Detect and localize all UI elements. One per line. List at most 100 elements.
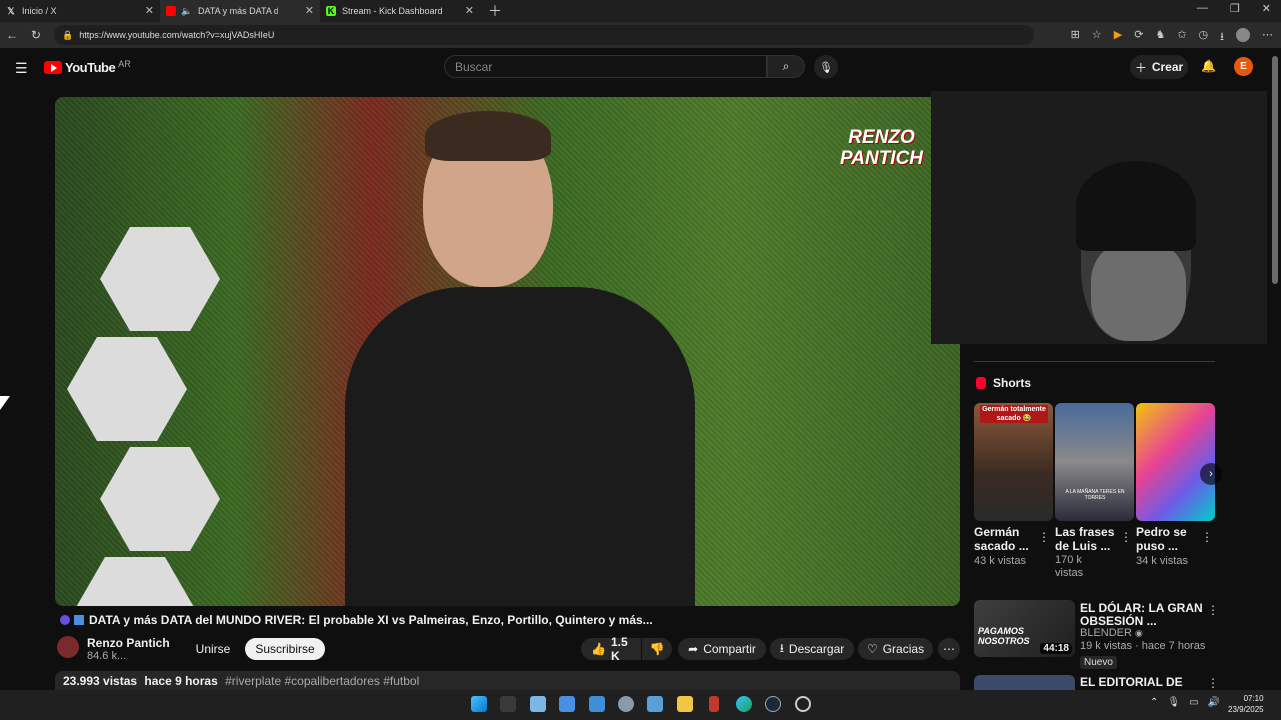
voice-search-button[interactable]: 🎙 (814, 55, 838, 79)
short-more-icon[interactable]: ⋮ (1038, 530, 1050, 544)
lock-icon[interactable]: 🔒 (62, 30, 73, 41)
speaker-icon[interactable]: 🔈 (181, 6, 192, 16)
steam-icon[interactable] (765, 696, 781, 712)
channel-avatar[interactable] (57, 636, 79, 658)
recommended-video-thumbnail[interactable] (974, 675, 1075, 690)
terminal-icon[interactable] (500, 696, 516, 712)
account-avatar[interactable]: E (1234, 57, 1253, 76)
youtube-logo[interactable]: YouTube AR (44, 59, 131, 75)
mouse-cursor (0, 396, 10, 410)
recommended-video-thumbnail[interactable]: PAGAMOS NOSOTROS 44:18 (974, 600, 1075, 657)
notepad-icon[interactable] (530, 696, 546, 712)
extension-play-icon[interactable]: ▶ (1114, 28, 1122, 47)
close-icon[interactable]: ✕ (305, 4, 314, 17)
tab-kick[interactable]: K Stream - Kick Dashboard ✕ (320, 0, 480, 22)
url-field[interactable]: 🔒 https://www.youtube.com/watch?v=xujVAD… (54, 25, 1034, 45)
recommended-channel[interactable]: BLENDER ◉ (1080, 627, 1143, 639)
divider (974, 361, 1215, 362)
subscribe-button[interactable]: Suscribirse (245, 638, 325, 660)
short-title[interactable]: Las frases de Luis ... (1055, 525, 1114, 553)
volume-icon[interactable]: 🔊 (1208, 697, 1220, 708)
description-box[interactable]: 23.993 vistas hace 9 horas #riverplate #… (55, 671, 960, 691)
short-overlay-text: Germán totalmente sacado 😂 (980, 405, 1048, 423)
extension-icon-2[interactable]: ♞ (1155, 28, 1165, 47)
downloader-icon[interactable] (709, 696, 719, 712)
store-icon[interactable] (559, 696, 575, 712)
recommended-more-icon[interactable]: ⋮ (1207, 603, 1219, 617)
shorts-icon (976, 377, 986, 389)
download-arrow-icon: ⭳ (779, 640, 784, 655)
short-title[interactable]: Germán sacado ... (974, 525, 1029, 553)
system-clock[interactable]: 07:10 23/9/2025 (1228, 693, 1264, 715)
short-more-icon[interactable]: ⋮ (1120, 530, 1132, 544)
close-icon[interactable]: ✕ (145, 4, 154, 17)
extension-icon[interactable]: ⟳ (1134, 28, 1143, 47)
notes-icon[interactable] (589, 696, 605, 712)
history-icon[interactable]: ◷ (1199, 28, 1209, 47)
short-thumbnail[interactable]: A LA MAÑANA TERES EN TORRES (1055, 403, 1134, 521)
network-icon[interactable]: ▭ (1189, 697, 1198, 708)
short-more-icon[interactable]: ⋮ (1201, 530, 1213, 544)
more-icon[interactable]: ⋯ (1262, 28, 1273, 47)
tab-youtube[interactable]: 🔈 DATA y más DATA de ✕ (160, 0, 320, 22)
windows-start-icon[interactable] (471, 696, 487, 712)
page-scrollbar[interactable] (1272, 56, 1278, 284)
back-icon[interactable]: ← (0, 28, 24, 42)
restore-icon[interactable]: ❐ (1230, 2, 1240, 15)
more-actions-button[interactable]: ⋯ (938, 638, 960, 660)
chevron-right-icon[interactable]: › (1200, 463, 1222, 485)
tab-x[interactable]: 𝕏 Inicio / X ✕ (0, 0, 160, 22)
thanks-button[interactable]: ♡ Gracias (858, 638, 933, 660)
download-button[interactable]: ⭳ Descargar (770, 638, 854, 660)
close-icon[interactable]: ✕ (465, 4, 474, 17)
favorites-icon[interactable]: ✩ (1177, 28, 1186, 47)
webcam-overlay (931, 91, 1267, 344)
shorts-heading: Shorts (976, 376, 1031, 390)
search-input[interactable]: Buscar (444, 55, 767, 78)
edge-browser-icon[interactable] (736, 696, 752, 712)
create-button[interactable]: ＋ Crear (1130, 55, 1188, 79)
close-window-icon[interactable]: ✕ (1262, 2, 1271, 15)
dislike-button[interactable]: 👎 (642, 638, 672, 660)
file-explorer-icon[interactable] (677, 696, 693, 712)
profile-avatar[interactable] (1236, 28, 1250, 42)
menu-icon[interactable]: ☰ (15, 60, 28, 77)
short-views: 43 k vistas (974, 555, 1026, 567)
thanks-icon: ♡ (866, 642, 878, 656)
minimize-icon[interactable]: — (1197, 2, 1208, 15)
search-button[interactable]: ⌕ (767, 55, 805, 78)
microphone-tray-icon[interactable]: 🎙 (1167, 697, 1180, 708)
view-count: 23.993 vistas (63, 674, 138, 688)
search-icon: ⌕ (782, 59, 790, 73)
new-tab-icon[interactable]: ＋ (488, 1, 502, 21)
recommended-more-icon[interactable]: ⋮ (1207, 676, 1219, 690)
join-button[interactable]: Unirse (185, 638, 241, 660)
reload-icon[interactable]: ↻ (24, 28, 48, 42)
app-circle-icon[interactable] (795, 696, 811, 712)
settings-gear-icon[interactable] (618, 696, 634, 712)
channel-name[interactable]: Renzo Pantich (87, 636, 170, 650)
tab-title: DATA y más DATA de (198, 6, 278, 16)
favorite-star-icon[interactable]: ☆ (1092, 28, 1102, 47)
short-thumbnail[interactable]: Germán totalmente sacado 😂 (974, 403, 1053, 521)
recommended-video-title[interactable]: EL EDITORIAL DE (1080, 675, 1183, 689)
like-button[interactable]: 👍 1.5 K (581, 635, 641, 663)
plus-icon: ＋ (1134, 60, 1147, 75)
hashtags[interactable]: #riverplate #copalibertadores #futbol (225, 674, 419, 688)
short-thumbnail[interactable] (1136, 403, 1215, 521)
window-app-icon[interactable] (647, 696, 663, 712)
download-icon[interactable]: ⭳ (1220, 28, 1224, 47)
thumbs-down-icon: 👎 (649, 642, 665, 656)
notifications-bell-icon[interactable]: 🔔 (1201, 59, 1216, 73)
microphone-icon: 🎙 (819, 61, 833, 74)
chevron-up-icon[interactable]: ⌃ (1150, 697, 1158, 708)
video-player[interactable]: RENZO PANTICH (55, 97, 960, 606)
app-icon[interactable]: ⊞ (1071, 28, 1080, 47)
short-title[interactable]: Pedro se puso ... (1136, 525, 1187, 553)
recommended-meta: 19 k vistas · hace 7 horas (1080, 640, 1206, 652)
emoji-icon (74, 615, 84, 625)
short-overlay-text: A LA MAÑANA TERES EN TORRES (1065, 489, 1125, 501)
recommended-video-title[interactable]: EL DÓLAR: LA GRAN OBSESIÓN ... (1080, 602, 1205, 628)
share-icon: ➦ (688, 642, 699, 656)
share-button[interactable]: ➦ Compartir (678, 638, 766, 660)
